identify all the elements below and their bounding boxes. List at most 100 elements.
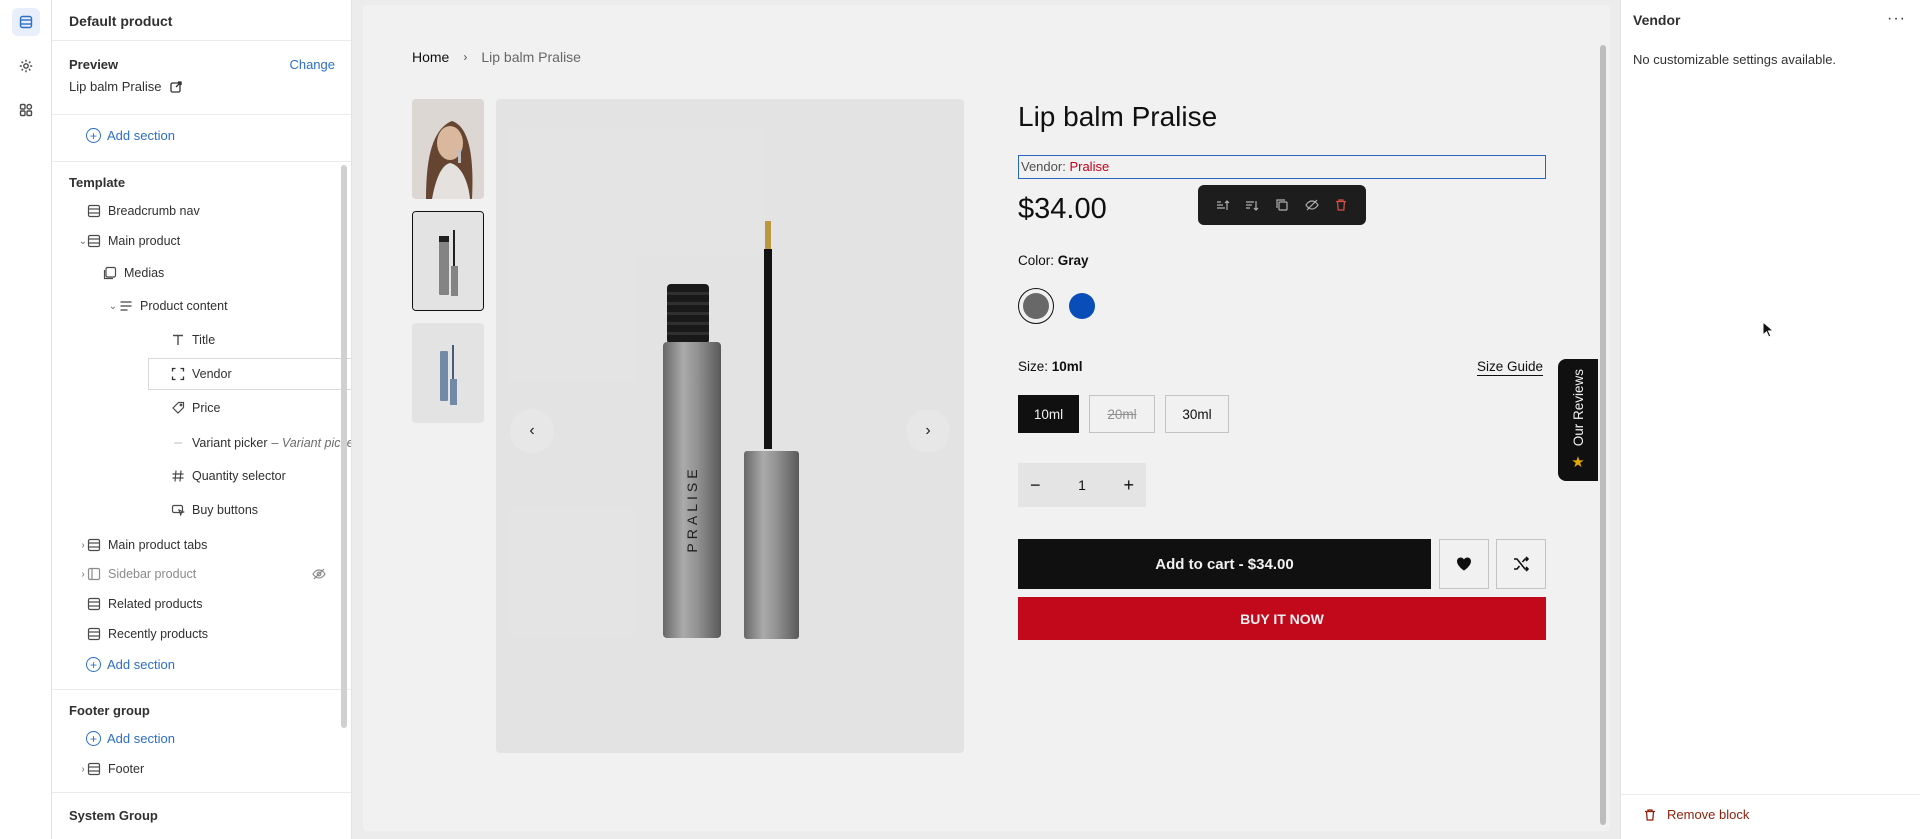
add-section-label: Add section (107, 731, 175, 746)
tree-item-footer[interactable]: › Footer (81, 754, 326, 784)
divider (1621, 794, 1920, 795)
variant-icon (170, 435, 186, 451)
add-to-cart-button[interactable]: Add to cart - $34.00 (1018, 539, 1431, 589)
preview-product[interactable]: Lip balm Pralise (69, 79, 182, 94)
chevron-right-icon[interactable]: › (78, 540, 88, 551)
thumbnail-model-image[interactable] (412, 99, 484, 199)
trash-icon (1645, 808, 1655, 821)
tree-item-label: Product content (140, 299, 228, 313)
tree-item-medias[interactable]: Medias (102, 258, 326, 288)
media-icon (102, 265, 118, 281)
section-icon (86, 596, 102, 612)
preview-change-link[interactable]: Change (289, 57, 335, 72)
hide-eye-off-icon[interactable] (1304, 197, 1320, 213)
add-section-header[interactable]: + Add section (86, 128, 175, 143)
breadcrumb: Home › Lip balm Pralise (412, 49, 581, 65)
tree-item-breadcrumb-nav[interactable]: Breadcrumb nav (86, 196, 326, 226)
color-option-label: Color: Gray (1018, 253, 1089, 268)
tree-item-recently-products[interactable]: Recently products (86, 619, 326, 649)
section-icon (86, 233, 102, 249)
tree-item-sublabel: – Variant picker (271, 436, 352, 450)
plus-circle-icon: + (86, 128, 101, 143)
next-image-button[interactable]: › (906, 409, 950, 453)
size-option-10ml[interactable]: 10ml (1018, 395, 1079, 433)
vendor-block[interactable]: Vendor: Pralise (1018, 155, 1546, 179)
divider (52, 689, 351, 690)
sections-icon[interactable] (12, 8, 40, 36)
divider (52, 114, 351, 115)
chevron-down-icon[interactable]: ⌄ (108, 301, 118, 312)
qty-decrease-button[interactable]: − (1030, 475, 1041, 496)
qty-value[interactable]: 1 (1078, 477, 1086, 493)
sidebar-scrollbar[interactable] (341, 165, 347, 728)
tree-item-label: Main product tabs (108, 538, 208, 552)
qty-increase-button[interactable]: + (1123, 475, 1134, 496)
apps-icon[interactable] (12, 96, 40, 124)
tree-item-title[interactable]: Title (170, 325, 326, 355)
eye-off-icon[interactable] (312, 567, 326, 581)
preview-canvas-area: Home › Lip balm Pralise PRALISE ‹ › Lip … (352, 0, 1620, 839)
section-icon (86, 203, 102, 219)
tree-item-label: Breadcrumb nav (108, 204, 200, 218)
tree-item-main-product[interactable]: ⌄ Main product (79, 226, 326, 256)
sidebar-title: Default product (69, 13, 173, 29)
tree-item-label: Main product (108, 234, 181, 248)
delete-trash-icon[interactable] (1333, 197, 1349, 213)
chevron-right-icon[interactable]: › (78, 569, 88, 580)
quantity-stepper: − 1 + (1018, 463, 1146, 507)
tree-item-label: Footer (108, 762, 145, 776)
plus-circle-icon: + (86, 657, 101, 672)
add-section-footer[interactable]: + Add section (86, 731, 175, 746)
no-settings-message: No customizable settings available. (1633, 52, 1837, 67)
remove-block-button[interactable]: Remove block (1643, 807, 1749, 822)
wishlist-button[interactable] (1439, 539, 1489, 589)
icon-rail (0, 0, 52, 839)
size-option-20ml[interactable]: 20ml (1089, 395, 1155, 433)
footer-group-title: Footer group (69, 703, 150, 718)
tree-item-product-content[interactable]: ⌄ Product content (109, 291, 326, 321)
tree-item-variant-picker[interactable]: Variant picker – Variant picker (170, 428, 352, 458)
text-lines-icon (118, 298, 134, 314)
breadcrumb-home-link[interactable]: Home (412, 49, 449, 65)
text-t-icon (170, 332, 186, 348)
size-guide-link[interactable]: Size Guide (1477, 359, 1543, 374)
vendor-name-link[interactable]: Pralise (1069, 159, 1109, 174)
settings-gear-icon[interactable] (12, 52, 40, 80)
tree-item-quantity-selector[interactable]: Quantity selector (170, 461, 326, 491)
tree-item-vendor[interactable]: Vendor (149, 359, 351, 389)
product-title: Lip balm Pralise (1018, 101, 1218, 132)
buy-it-now-button[interactable]: BUY IT NOW (1018, 597, 1546, 640)
move-up-icon[interactable] (1215, 197, 1231, 213)
tree-item-main-product-tabs[interactable]: › Main product tabs (81, 530, 326, 560)
vendor-label: Vendor: (1021, 159, 1066, 174)
prev-image-button[interactable]: ‹ (510, 409, 554, 453)
template-group-title: Template (69, 175, 126, 190)
add-section-label: Add section (107, 657, 175, 672)
shuffle-icon (1514, 556, 1530, 572)
tree-item-buy-buttons[interactable]: Buy buttons (170, 495, 326, 525)
add-section-template[interactable]: + Add section (86, 657, 175, 672)
size-option-30ml[interactable]: 30ml (1165, 395, 1229, 433)
tree-item-sidebar-product[interactable]: › Sidebar product (81, 559, 326, 589)
our-reviews-tab[interactable]: Our Reviews ★ (1558, 359, 1598, 481)
divider (52, 161, 351, 162)
duplicate-icon[interactable] (1274, 197, 1290, 213)
left-sidebar: Default product Preview Change Lip balm … (52, 0, 352, 839)
size-option-label: Size: 10ml (1018, 359, 1083, 374)
thumbnail-blue-tube[interactable] (412, 323, 484, 423)
thumbnail-gray-tube[interactable] (412, 211, 484, 311)
chevron-down-icon[interactable]: ⌄ (78, 236, 88, 247)
tree-item-related-products[interactable]: Related products (86, 589, 326, 619)
compare-button[interactable] (1496, 539, 1546, 589)
button-click-icon (170, 502, 186, 518)
mouse-cursor-icon (1762, 321, 1775, 338)
tree-item-price[interactable]: Price (170, 393, 326, 423)
chevron-right-icon[interactable]: › (78, 764, 88, 775)
section-icon (86, 761, 102, 777)
canvas-scrollbar[interactable] (1600, 45, 1606, 825)
swatch-blue[interactable] (1064, 288, 1100, 324)
swatch-gray[interactable] (1018, 288, 1054, 324)
more-options-icon[interactable]: ··· (1887, 10, 1906, 28)
main-product-image[interactable]: PRALISE ‹ › (496, 99, 964, 753)
move-down-icon[interactable] (1244, 197, 1260, 213)
